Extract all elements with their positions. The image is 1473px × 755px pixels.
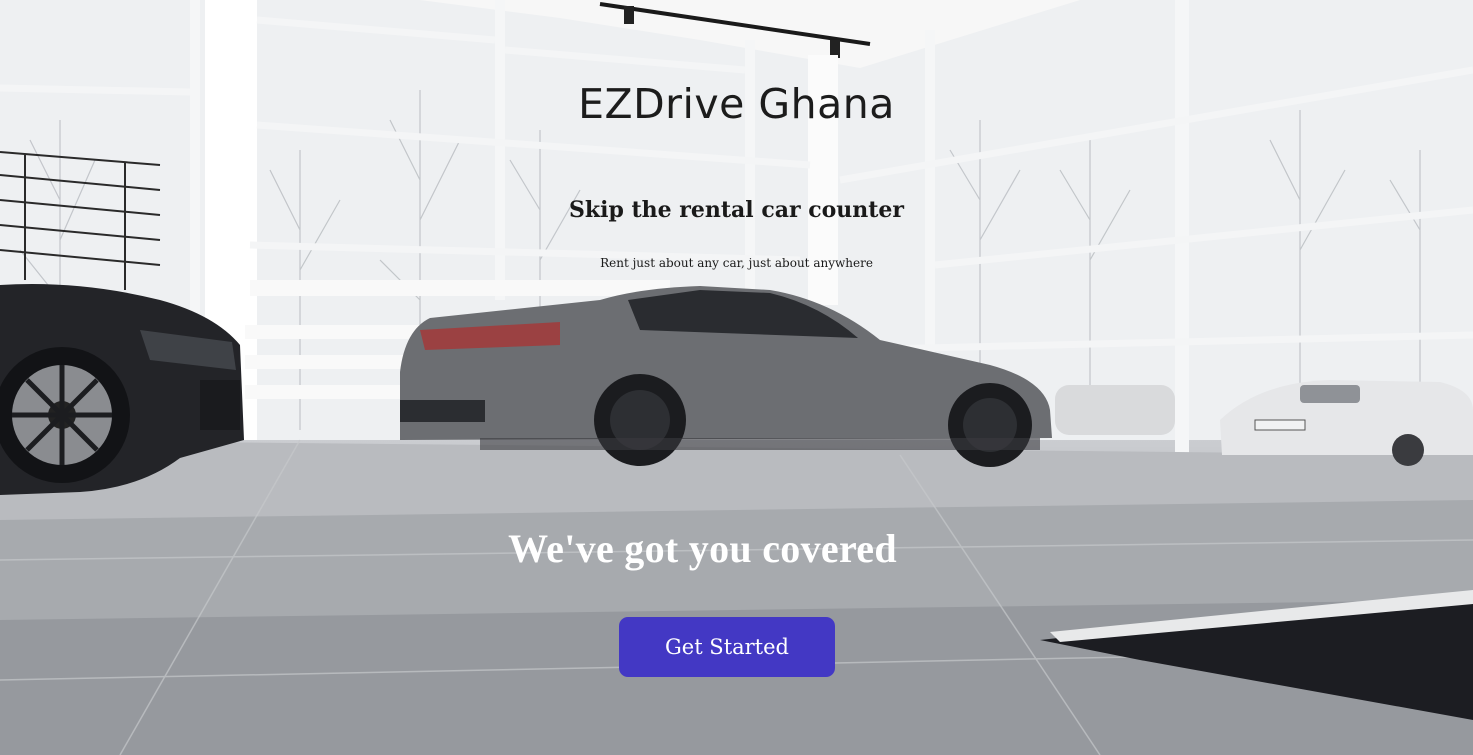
- hero-tagline: Skip the rental car counter: [568, 197, 905, 223]
- brand-title: EZDrive Ghana: [578, 80, 895, 128]
- hero-subtagline: Rent just about any car, just about anyw…: [600, 256, 873, 270]
- hero-section: EZDrive Ghana Skip the rental car counte…: [0, 0, 1473, 755]
- hero-headline: We've got you covered: [508, 526, 897, 571]
- get-started-button[interactable]: Get Started: [619, 617, 835, 677]
